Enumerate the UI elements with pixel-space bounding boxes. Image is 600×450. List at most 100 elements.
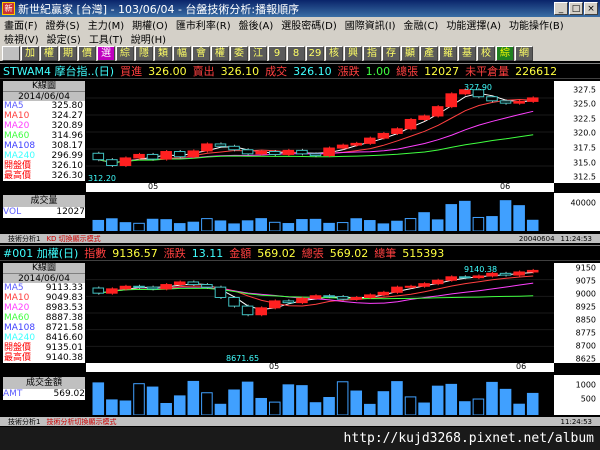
maximize-button[interactable]: □ — [569, 2, 583, 15]
toolbar-button-24[interactable]: 基 — [458, 45, 476, 61]
menu-item-2[interactable]: 工具(T) — [85, 31, 127, 46]
candle-body — [418, 115, 430, 120]
status-mid[interactable]: 技術分析切換顯示模式 — [46, 417, 116, 426]
toolbar-button-6[interactable]: 綜 — [116, 45, 134, 61]
menu-item-6[interactable]: 選股密碼(D) — [277, 17, 341, 32]
menu-item-10[interactable]: 功能操作(B) — [505, 17, 568, 32]
quick-function-toolbar: 加權期價選綜隱類幅會權委江 9 8 29 核興指存顯產羅基校綜網 — [0, 45, 600, 61]
candle-body — [391, 128, 403, 134]
candle-body — [241, 149, 254, 155]
volume-bar — [499, 200, 512, 231]
price-tick: 8700 — [575, 341, 596, 351]
minimize-button[interactable]: _ — [554, 2, 568, 15]
menu-item-4[interactable]: 匯市利率(R) — [172, 17, 235, 32]
toolbar-button-7[interactable]: 隱 — [135, 45, 153, 61]
candle-body — [268, 151, 281, 155]
menu-item-1[interactable]: 設定(S) — [43, 31, 85, 46]
volume-bar — [255, 218, 267, 231]
amount-key: AMT — [3, 389, 23, 399]
watermark-url: http://kujd3268.pixnet.net/album — [0, 427, 600, 450]
toolbar-button-19[interactable]: 指 — [363, 45, 381, 61]
menu-item-3[interactable]: 說明(H) — [127, 31, 170, 46]
sell-label: 賣出 — [192, 65, 215, 78]
open-interest-value: 226612 — [515, 64, 558, 78]
toolbar-button-25[interactable]: 校 — [477, 45, 495, 61]
legend-value: 296.99 — [51, 151, 84, 161]
candle-body — [431, 106, 444, 117]
toolbar-button-20[interactable]: 存 — [382, 45, 400, 61]
toolbar-button-27[interactable]: 網 — [515, 45, 533, 61]
price-tick: 8775 — [575, 328, 596, 338]
menu-item-7[interactable]: 國際資訊(I) — [341, 17, 400, 32]
toolbar-button-26[interactable]: 綜 — [496, 45, 514, 61]
futures-volume-chart[interactable] — [86, 193, 554, 231]
toolbar-button-0[interactable] — [2, 45, 20, 61]
volume-row: VOL 12027 — [3, 207, 85, 218]
volume-bar — [472, 216, 485, 231]
index-amount-chart[interactable] — [86, 375, 554, 415]
price-tick: 8625 — [575, 354, 596, 364]
legend-row: MA240 296.99 — [3, 151, 85, 161]
candle-body — [499, 272, 512, 276]
toolbar-button-13[interactable]: 江 — [249, 45, 267, 61]
futures-symbol[interactable]: STWAM4 摩台指..(日) — [3, 63, 114, 79]
toolbar-button-17[interactable]: 核 — [325, 45, 343, 61]
menu-item-0[interactable]: 檢視(V) — [0, 31, 43, 46]
volume-bar — [146, 218, 159, 231]
status-mid[interactable]: KD 切換顯示模式 — [46, 234, 100, 243]
toolbar-button-16[interactable]: 29 — [306, 45, 324, 61]
toolbar-button-12[interactable]: 委 — [230, 45, 248, 61]
toolbar-button-4[interactable]: 價 — [78, 45, 96, 61]
toolbar-button-2[interactable]: 權 — [40, 45, 58, 61]
status-left[interactable]: 技術分析1 — [8, 417, 40, 426]
candle-body — [364, 137, 376, 144]
futures-chart-panel: STWAM4 摩台指..(日) 買進 326.00 賣出 326.10 成交 3… — [0, 63, 600, 244]
toolbar-button-21[interactable]: 顯 — [401, 45, 419, 61]
toolbar-button-22[interactable]: 產 — [420, 45, 438, 61]
menu-item-2[interactable]: 主力(M) — [84, 17, 128, 32]
candle-body — [173, 151, 186, 158]
volume-bar — [418, 402, 430, 415]
volume-bar — [391, 381, 403, 415]
legend-title: K線圖 — [3, 263, 85, 273]
volume-bar — [296, 385, 308, 415]
candle-body — [296, 297, 308, 304]
volume-bar — [404, 396, 417, 415]
window-controls: _ □ × — [554, 2, 598, 15]
candle-body — [282, 300, 295, 304]
price-tick: 322.5 — [573, 114, 596, 124]
toolbar-button-9[interactable]: 幅 — [173, 45, 191, 61]
legend-value: 9140.38 — [45, 353, 83, 363]
date-tick-05: 05 — [269, 362, 280, 371]
toolbar-button-5[interactable]: 選 — [97, 45, 115, 61]
date-tick-05: 05 — [148, 182, 159, 191]
candle-body — [214, 286, 227, 298]
menu-item-0[interactable]: 畫面(F) — [0, 17, 42, 32]
menu-item-5[interactable]: 盤後(A) — [235, 17, 278, 32]
futures-date-axis: 05 06 — [86, 182, 554, 192]
toolbar-button-10[interactable]: 會 — [192, 45, 210, 61]
toolbar-button-14[interactable]: 9 — [268, 45, 286, 61]
menu-item-9[interactable]: 功能選擇(A) — [442, 17, 505, 32]
close-button[interactable]: × — [584, 2, 598, 15]
menu-item-8[interactable]: 金融(C) — [400, 17, 443, 32]
status-date: 20040604 — [518, 234, 555, 243]
toolbar-button-11[interactable]: 權 — [211, 45, 229, 61]
status-left[interactable]: 技術分析1 — [8, 234, 40, 243]
toolbar-button-3[interactable]: 期 — [59, 45, 77, 61]
toolbar-button-1[interactable]: 加 — [21, 45, 39, 61]
volume-bar — [282, 223, 295, 231]
volume-bar — [486, 216, 498, 231]
futures-candlestick-chart[interactable]: 327.90 312.20 — [86, 81, 554, 183]
index-symbol[interactable]: #001 加權(日) — [3, 245, 78, 261]
index-candlestick-chart[interactable]: 9140.38 8671.65 — [86, 263, 554, 363]
period-high-label: 9140.38 — [464, 265, 497, 274]
toolbar-button-18[interactable]: 興 — [344, 45, 362, 61]
menu-item-3[interactable]: 期權(O) — [128, 17, 172, 32]
menu-item-1[interactable]: 證券(S) — [42, 17, 84, 32]
toolbar-button-8[interactable]: 類 — [154, 45, 172, 61]
toolbar-button-23[interactable]: 羅 — [439, 45, 457, 61]
candle-body — [160, 284, 172, 290]
legend-value: 308.17 — [51, 141, 84, 151]
toolbar-button-15[interactable]: 8 — [287, 45, 305, 61]
